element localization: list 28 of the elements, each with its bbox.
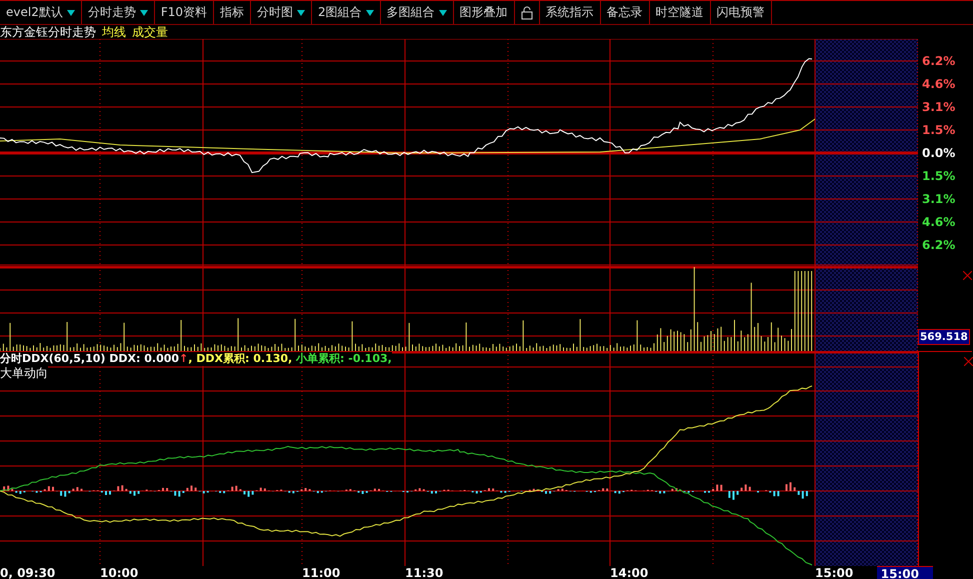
time-label: 14:00 bbox=[610, 566, 650, 579]
close-icon[interactable] bbox=[964, 357, 973, 366]
time-label: 11:30 bbox=[405, 566, 444, 579]
legend-text: 成交量 bbox=[132, 25, 168, 39]
indicator-text: , DDX累积: 0.130, bbox=[188, 352, 292, 366]
indicator-text: 分时DDX(60,5,10) bbox=[0, 352, 106, 366]
axis-label: 3.1% bbox=[921, 99, 956, 116]
time-label: 11:00 bbox=[302, 566, 342, 579]
indicator-title: 大单动向 bbox=[0, 366, 48, 381]
lock-icon bbox=[520, 6, 533, 20]
close-icon[interactable] bbox=[963, 271, 972, 280]
axis-label: 0.0% bbox=[921, 145, 956, 162]
axis-label: 1.5% bbox=[921, 122, 956, 139]
axis-label: 3.1% bbox=[921, 191, 956, 208]
legend-text: 均线 bbox=[102, 25, 126, 39]
axis-label: 4.6% bbox=[921, 76, 956, 93]
axis-label: 4.6% bbox=[921, 214, 956, 231]
volume-value: 569.518 bbox=[918, 329, 970, 345]
time-label: 0, 09:30 bbox=[0, 566, 56, 579]
axis-label: 1.5% bbox=[921, 168, 956, 185]
indicator-text: DDX: 0.000 bbox=[105, 352, 180, 366]
cursor-time-label: 15:00 bbox=[876, 566, 933, 579]
legend-text: 东方金钰分时走势 bbox=[0, 25, 96, 39]
axis-label: 6.2% bbox=[921, 237, 956, 254]
axis-label: 6.2% bbox=[921, 53, 956, 70]
indicator-text: 小单累积: -0.103, bbox=[292, 352, 392, 366]
time-label: 15:00 bbox=[815, 566, 854, 579]
time-label: 10:00 bbox=[100, 566, 140, 579]
